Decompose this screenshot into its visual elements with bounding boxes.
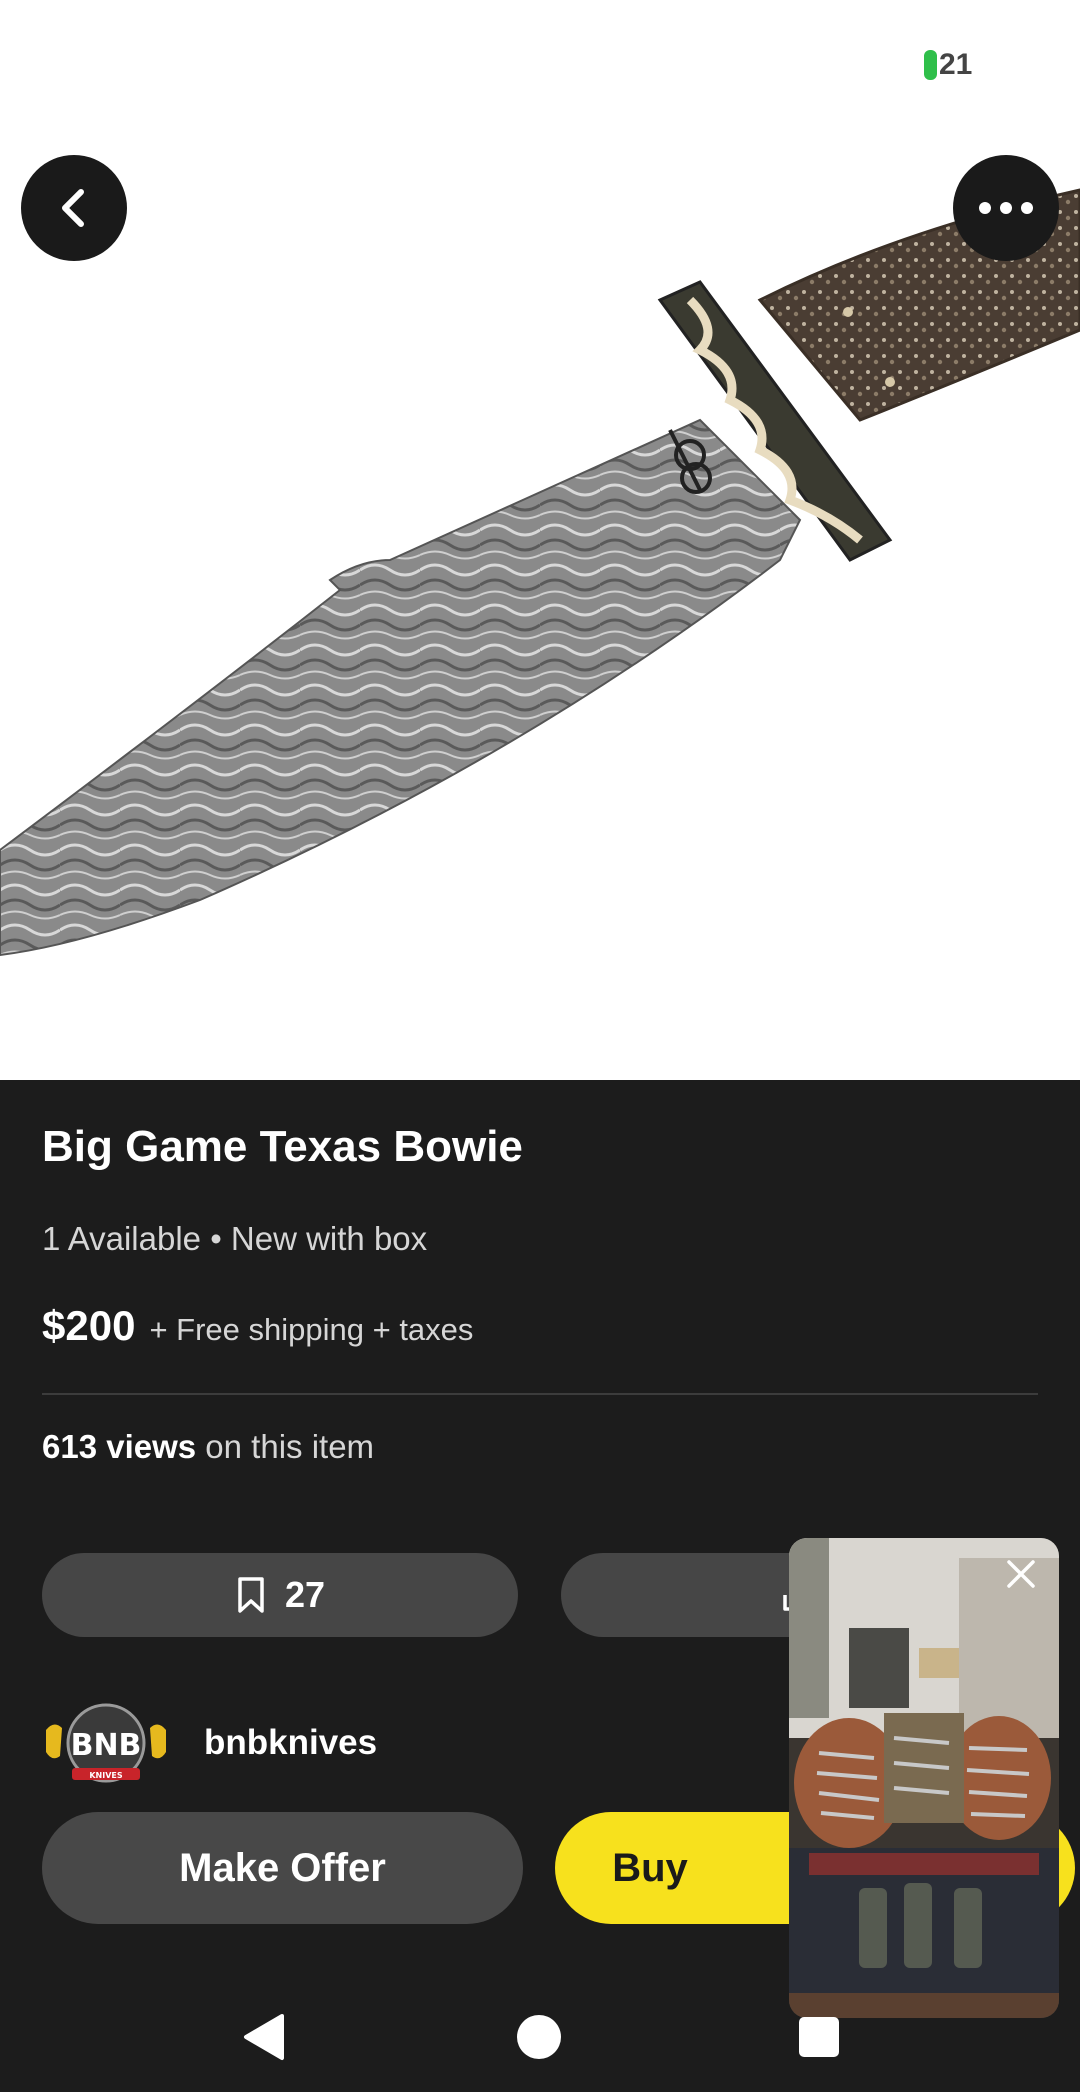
square-recents-icon (799, 2017, 839, 2057)
circle-home-icon (517, 2015, 561, 2059)
nav-back-button[interactable] (228, 2002, 298, 2072)
divider (42, 1393, 1038, 1395)
product-image[interactable]: 21 (0, 0, 1080, 1080)
battery-level: 21 (939, 48, 973, 81)
triangle-back-icon (244, 2014, 284, 2060)
svg-text:BNB: BNB (71, 1728, 142, 1763)
pip-video[interactable] (789, 1538, 1059, 2018)
price-row: $200 + Free shipping + taxes (42, 1302, 473, 1350)
back-button[interactable] (21, 155, 127, 261)
views-number: 613 views (42, 1428, 197, 1465)
pip-video-frame (789, 1538, 1059, 2018)
views-suffix: on this item (196, 1428, 375, 1465)
price: $200 (42, 1302, 136, 1349)
chevron-left-icon (62, 189, 84, 227)
system-nav-bar (0, 1980, 1080, 2092)
nav-home-button[interactable] (504, 2002, 574, 2072)
shipping-info: + Free shipping + taxes (149, 1312, 474, 1347)
knife-illustration (0, 188, 1080, 957)
listing-title: Big Game Texas Bowie (42, 1122, 523, 1171)
save-count: 27 (284, 1574, 326, 1615)
seller-info[interactable]: BNB KNIVES bnbknives (42, 1700, 377, 1786)
more-horizontal-icon (979, 202, 1033, 214)
bookmark-icon (238, 1577, 264, 1613)
battery-indicator: 21 (924, 48, 972, 82)
battery-icon (924, 50, 937, 80)
nav-recents-button[interactable] (784, 2002, 854, 2072)
availability-text: 1 Available • New with box (42, 1220, 428, 1257)
pip-close-button[interactable] (999, 1552, 1043, 1596)
more-options-button[interactable] (953, 155, 1059, 261)
buy-label: Buy (612, 1845, 688, 1890)
svg-text:KNIVES: KNIVES (89, 1771, 123, 1780)
save-button[interactable]: 27 (42, 1553, 518, 1637)
close-icon (1007, 1560, 1035, 1588)
seller-name[interactable]: bnbknives (204, 1723, 377, 1763)
views-count: 613 views on this item (42, 1428, 374, 1466)
make-offer-button[interactable]: Make Offer (42, 1812, 523, 1924)
seller-logo: BNB KNIVES (42, 1700, 170, 1786)
